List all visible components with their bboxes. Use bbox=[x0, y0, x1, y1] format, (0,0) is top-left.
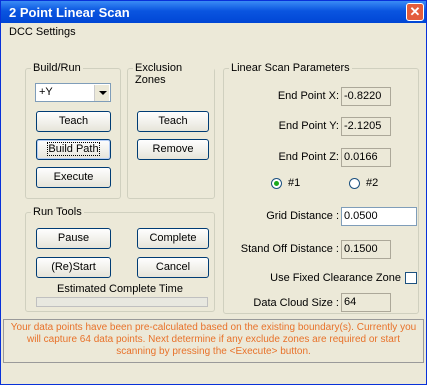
end-point-z-label: End Point Z: bbox=[278, 151, 339, 163]
radio-point-1-label: #1 bbox=[288, 177, 301, 189]
estimated-time-label: Estimated Complete Time bbox=[57, 283, 183, 295]
execute-button[interactable]: Execute bbox=[36, 167, 111, 188]
pause-button[interactable]: Pause bbox=[36, 228, 111, 249]
menu-bar: DCC Settings bbox=[1, 23, 426, 43]
data-cloud-size-field: 64 bbox=[341, 293, 391, 312]
close-button[interactable]: ✕ bbox=[406, 3, 424, 21]
grid-distance-label: Grid Distance : bbox=[266, 210, 339, 222]
build-teach-button[interactable]: Teach bbox=[36, 111, 111, 132]
dialog-window: 2 Point Linear Scan ✕ DCC Settings Build… bbox=[0, 0, 427, 385]
fixed-clearance-checkbox[interactable] bbox=[405, 272, 417, 284]
end-point-z-field: 0.0166 bbox=[341, 148, 391, 167]
title-bar[interactable]: 2 Point Linear Scan ✕ bbox=[1, 1, 426, 23]
end-point-y-label: End Point Y: bbox=[278, 120, 339, 132]
window-title: 2 Point Linear Scan bbox=[9, 5, 130, 20]
exclusion-zones-label: Exclusion Zones bbox=[133, 62, 214, 86]
exclusion-remove-button[interactable]: Remove bbox=[137, 139, 209, 160]
linear-scan-label: Linear Scan Parameters bbox=[229, 62, 352, 74]
exclusion-teach-button[interactable]: Teach bbox=[137, 111, 209, 132]
standoff-distance-label: Stand Off Distance : bbox=[240, 243, 339, 255]
chevron-down-icon[interactable] bbox=[94, 85, 109, 101]
standoff-distance-field: 0.1500 bbox=[341, 240, 391, 259]
radio-point-2[interactable] bbox=[349, 178, 360, 189]
data-cloud-size-label: Data Cloud Size : bbox=[253, 297, 339, 309]
run-tools-label: Run Tools bbox=[31, 206, 84, 218]
axis-select[interactable]: +Y bbox=[35, 83, 111, 102]
radio-point-1[interactable] bbox=[271, 178, 282, 189]
status-message: Your data points have been pre-calculate… bbox=[3, 319, 424, 363]
exclusion-zones-group: Exclusion Zones bbox=[127, 62, 215, 199]
restart-button[interactable]: (Re)Start bbox=[36, 257, 111, 278]
end-point-x-field: -0.8220 bbox=[341, 87, 391, 106]
cancel-button[interactable]: Cancel bbox=[137, 257, 209, 278]
build-path-button[interactable]: Build Path bbox=[36, 139, 111, 160]
fixed-clearance-label: Use Fixed Clearance Zone bbox=[270, 272, 401, 284]
radio-point-2-label: #2 bbox=[366, 177, 379, 189]
axis-select-value: +Y bbox=[39, 86, 53, 98]
end-point-y-field: -2.1205 bbox=[341, 117, 391, 136]
end-point-x-label: End Point X: bbox=[277, 90, 339, 102]
menu-dcc-settings[interactable]: DCC Settings bbox=[9, 26, 76, 38]
grid-distance-input[interactable]: 0.0500 bbox=[341, 207, 417, 226]
complete-button[interactable]: Complete bbox=[137, 228, 209, 249]
build-run-label: Build/Run bbox=[31, 62, 83, 74]
estimated-time-progress bbox=[36, 297, 208, 307]
